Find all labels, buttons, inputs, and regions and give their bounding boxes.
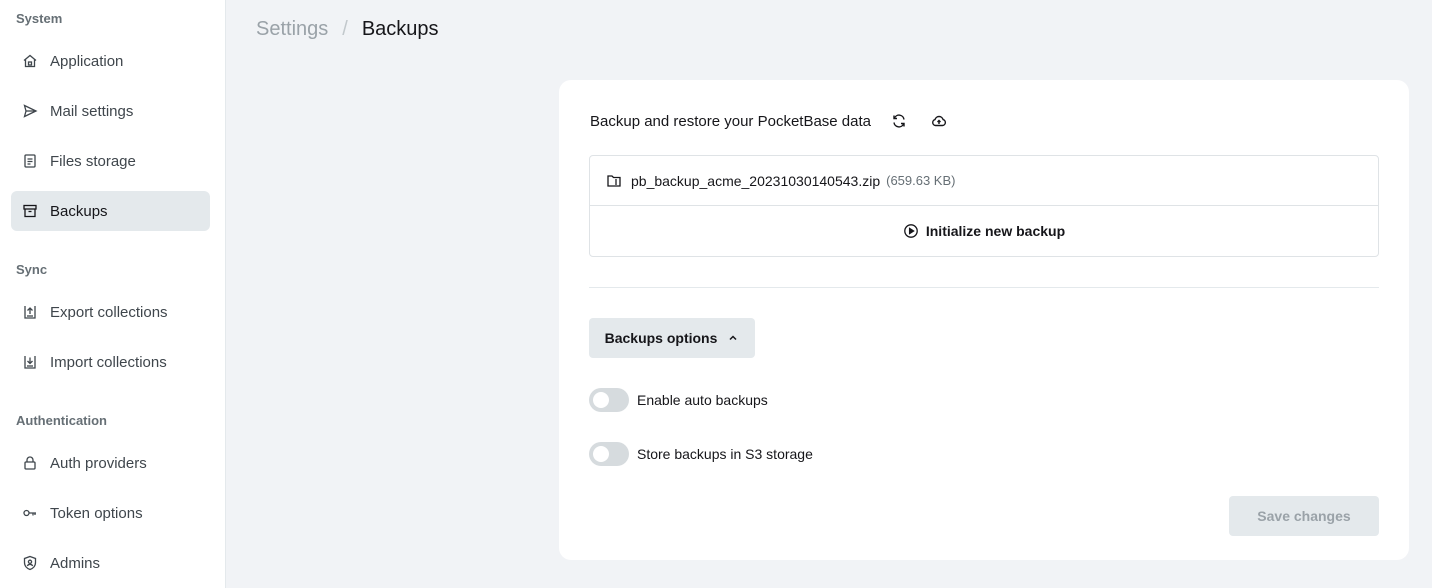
panel-header: Backup and restore your PocketBase data <box>590 111 950 131</box>
sidebar-item-mail-settings[interactable]: Mail settings <box>11 91 210 131</box>
sidebar-item-files-storage[interactable]: Files storage <box>11 141 210 181</box>
sidebar-item-auth-providers[interactable]: Auth providers <box>11 443 210 483</box>
archive-icon <box>22 203 38 219</box>
s3-storage-label[interactable]: Store backups in S3 storage <box>637 446 813 462</box>
backups-panel: Backup and restore your PocketBase data <box>559 80 1409 560</box>
file-icon <box>22 153 38 169</box>
import-icon <box>22 354 38 370</box>
app-root: System Application Mail settings Files s… <box>0 0 1432 588</box>
page-title: Backups <box>361 18 439 40</box>
breadcrumb-separator: / <box>342 18 348 40</box>
backup-filename: pb_backup_acme_20231030140543.zip <box>631 172 881 189</box>
upload-cloud-icon <box>931 113 947 129</box>
sidebar-item-backups[interactable]: Backups <box>11 191 210 231</box>
sidebar: System Application Mail settings Files s… <box>0 0 226 588</box>
shield-user-icon <box>22 555 38 571</box>
s3-storage-toggle[interactable] <box>589 442 629 466</box>
refresh-icon <box>891 113 907 129</box>
toggle-knob <box>593 446 609 462</box>
breadcrumb-settings[interactable]: Settings <box>256 18 328 41</box>
s3-storage-row: Store backups in S3 storage <box>589 442 813 466</box>
sidebar-group-system: System <box>16 11 63 26</box>
file-archive-icon <box>606 173 622 189</box>
sidebar-item-label: Admins <box>50 554 101 572</box>
divider <box>589 287 1379 288</box>
panel-heading: Backup and restore your PocketBase data <box>590 112 872 130</box>
refresh-button[interactable] <box>888 110 910 132</box>
upload-backup-button[interactable] <box>928 110 950 132</box>
sidebar-item-export-collections[interactable]: Export collections <box>11 292 210 332</box>
breadcrumb: Settings / Backups <box>256 18 439 41</box>
auto-backups-label[interactable]: Enable auto backups <box>637 392 768 408</box>
sidebar-item-admins[interactable]: Admins <box>11 543 210 583</box>
save-changes-button[interactable]: Save changes <box>1229 496 1379 536</box>
sidebar-item-label: Token options <box>50 504 143 522</box>
backups-options-label: Backups options <box>604 330 718 346</box>
sidebar-group-sync: Sync <box>16 262 48 277</box>
initialize-backup-label: Initialize new backup <box>925 223 1066 239</box>
sidebar-item-label: Export collections <box>50 303 168 321</box>
sidebar-item-application[interactable]: Application <box>11 41 210 81</box>
export-icon <box>22 304 38 320</box>
list-item[interactable]: pb_backup_acme_20231030140543.zip (659.6… <box>590 156 1378 206</box>
sidebar-item-label: Backups <box>50 202 108 220</box>
home-icon <box>22 53 38 69</box>
toggle-knob <box>593 392 609 408</box>
sidebar-item-token-options[interactable]: Token options <box>11 493 210 533</box>
sidebar-item-label: Auth providers <box>50 454 147 472</box>
backup-filesize: (659.63 KB) <box>886 173 956 188</box>
main-content: Settings / Backups Backup and restore yo… <box>226 0 1432 588</box>
lock-icon <box>22 455 38 471</box>
send-icon <box>22 103 38 119</box>
sidebar-item-label: Application <box>50 52 124 70</box>
backups-options-button[interactable]: Backups options <box>589 318 755 358</box>
sidebar-item-import-collections[interactable]: Import collections <box>11 342 210 382</box>
sidebar-group-authentication: Authentication <box>16 413 107 428</box>
backup-list: pb_backup_acme_20231030140543.zip (659.6… <box>589 155 1379 257</box>
key-icon <box>22 505 38 521</box>
auto-backups-row: Enable auto backups <box>589 388 768 412</box>
auto-backups-toggle[interactable] <box>589 388 629 412</box>
initialize-backup-button[interactable]: Initialize new backup <box>590 206 1378 256</box>
sidebar-item-label: Import collections <box>50 353 167 371</box>
play-circle-icon <box>903 223 919 239</box>
sidebar-item-label: Files storage <box>50 152 136 170</box>
sidebar-item-label: Mail settings <box>50 102 134 120</box>
chevron-up-icon <box>727 332 739 344</box>
